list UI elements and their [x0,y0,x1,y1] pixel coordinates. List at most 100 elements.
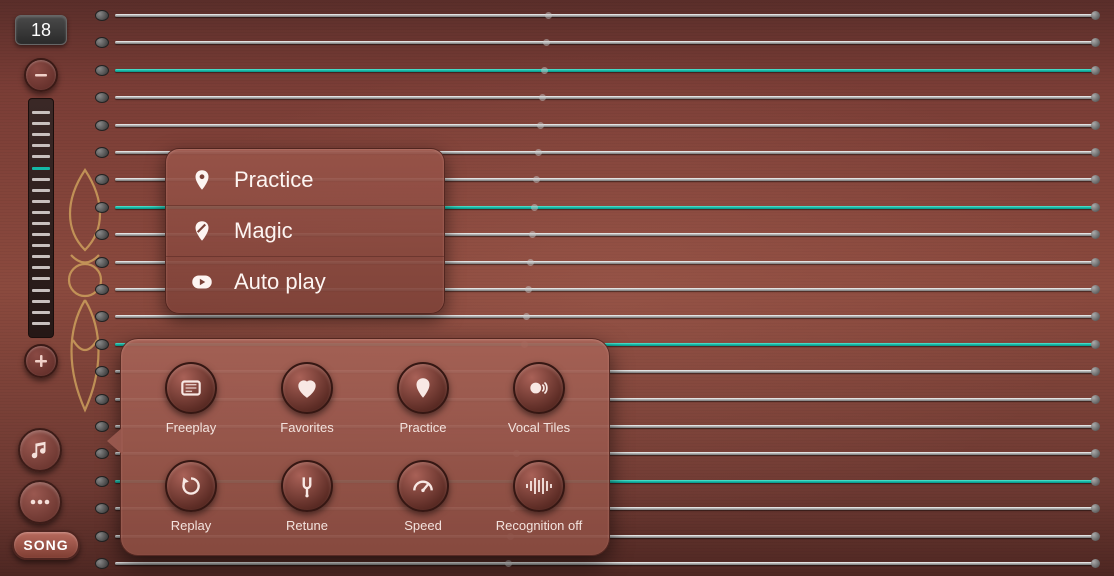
waveform-icon [513,460,565,512]
end-pin [1091,449,1100,458]
more-button[interactable] [18,480,62,524]
end-pin [1091,422,1100,431]
slider-tick [32,111,50,114]
minus-button[interactable] [24,58,58,92]
mode-item-label: Practice [234,167,313,193]
string-wire [115,124,1094,127]
tool-favorites[interactable]: Favorites [255,362,359,435]
tuning-peg [95,257,109,268]
string-green[interactable] [85,69,1094,72]
tool-label: Recognition off [496,518,583,533]
tuning-peg [95,120,109,131]
end-pin [1091,258,1100,267]
tuning-peg [95,394,109,405]
tool-vocal-tiles[interactable]: Vocal Tiles [487,362,591,435]
slider-tick [32,167,50,170]
mode-item-magic[interactable]: Magic [166,205,444,256]
bridge-marker [505,560,512,567]
tool-retune[interactable]: Retune [255,460,359,533]
heart-icon [281,362,333,414]
string-counter[interactable]: 18 [15,15,67,45]
plus-button[interactable] [24,344,58,378]
tool-label: Freeplay [166,420,217,435]
bridge-marker [537,122,544,129]
tool-recognition-off[interactable]: Recognition off [487,460,591,533]
slider-tick [32,311,50,314]
string-wire [115,14,1094,17]
string[interactable] [85,124,1094,127]
tuning-peg [95,147,109,158]
tuning-peg [95,202,109,213]
slider-tick [32,122,50,125]
tuning-peg [95,366,109,377]
bridge-marker [533,176,540,183]
string-wire [115,315,1094,318]
mode-item-auto-play[interactable]: Auto play [166,256,444,307]
end-pin [1091,66,1100,75]
tuning-peg [95,92,109,103]
end-pin [1091,312,1100,321]
string-wire [115,69,1094,72]
mode-item-practice[interactable]: Practice [166,155,444,205]
pick-mic-icon [188,166,216,194]
tool-label: Vocal Tiles [508,420,570,435]
pick-wand-icon [188,217,216,245]
guzheng-app: 18 SONG Practice Magic Auto play Freepla… [0,0,1114,576]
end-pin [1091,367,1100,376]
string[interactable] [85,41,1094,44]
tool-label: Favorites [280,420,333,435]
replay-icon [165,460,217,512]
bridge-marker [523,313,530,320]
slider-tick [32,189,50,192]
tuning-peg [95,311,109,322]
tool-practice[interactable]: Practice [371,362,475,435]
song-button[interactable]: SONG [12,530,80,560]
string[interactable] [85,562,1094,565]
end-pin [1091,175,1100,184]
string[interactable] [85,96,1094,99]
tuning-peg [95,503,109,514]
bridge-marker [531,204,538,211]
tool-speed[interactable]: Speed [371,460,475,533]
string-wire [115,562,1094,565]
tool-freeplay[interactable]: Freeplay [139,362,243,435]
end-pin [1091,11,1100,20]
string[interactable] [85,14,1094,17]
end-pin [1091,230,1100,239]
end-pin [1091,559,1100,568]
slider-tick [32,178,50,181]
end-pin [1091,477,1100,486]
string-slider[interactable] [18,58,64,378]
bridge-marker [535,149,542,156]
pick-icon [397,362,449,414]
end-pin [1091,93,1100,102]
tool-replay[interactable]: Replay [139,460,243,533]
tool-panel: Freeplay Favorites Practice Vocal Tiles … [120,338,610,556]
tuning-peg [95,476,109,487]
end-pin [1091,340,1100,349]
bridge-marker [541,67,548,74]
music-button[interactable] [18,428,62,472]
tuning-peg [95,284,109,295]
end-pin [1091,203,1100,212]
mode-item-label: Auto play [234,269,326,295]
string[interactable] [85,315,1094,318]
slider-tick [32,144,50,147]
bridge-marker [525,286,532,293]
slider-track[interactable] [28,98,54,338]
slider-tick [32,233,50,236]
end-pin [1091,121,1100,130]
bridge-marker [543,39,550,46]
slider-tick [32,266,50,269]
mode-item-label: Magic [234,218,293,244]
end-pin [1091,504,1100,513]
tool-label: Replay [171,518,211,533]
slider-tick [32,133,50,136]
slider-tick [32,244,50,247]
bridge-marker [529,231,536,238]
end-pin [1091,38,1100,47]
voice-icon [513,362,565,414]
end-pin [1091,148,1100,157]
end-pin [1091,532,1100,541]
tuning-peg [95,10,109,21]
